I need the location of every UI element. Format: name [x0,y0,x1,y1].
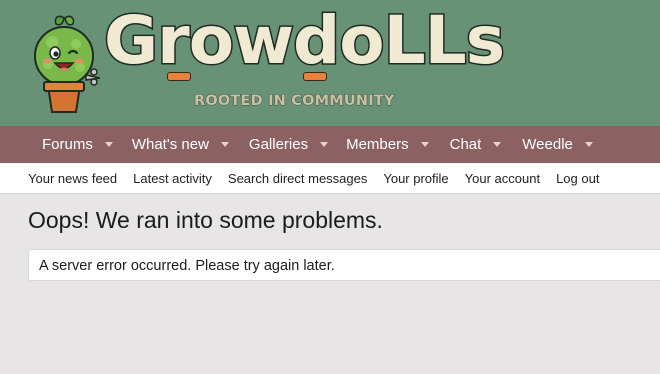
chevron-down-icon[interactable] [420,142,429,147]
page-title: Oops! We ran into some problems. [28,207,383,233]
nav-tab-label: Weedle [522,136,573,153]
subnav-link-latest-activity[interactable]: Latest activity [133,171,212,186]
site-tagline: ROOTED IN COMMUNITY [194,93,395,110]
site-header: GrowdoLLs ROOTED IN COMMUNITY [0,0,660,126]
nav-tab-galleries[interactable]: Galleries [249,126,340,163]
error-message-box: A server error occurred. Please try agai… [28,249,660,281]
chevron-down-icon[interactable] [104,142,113,147]
chevron-down-icon[interactable] [584,142,593,147]
chevron-down-icon[interactable] [493,142,502,147]
logo-accent-bar [167,72,191,81]
subnav-link-news-feed[interactable]: Your news feed [28,171,117,186]
nav-tab-label: What's new [131,136,209,153]
sub-nav: Your news feed Latest activity Search di… [0,163,660,194]
logo-accent-bar [303,72,327,81]
subnav-link-search-direct-messages[interactable]: Search direct messages [228,171,367,186]
chevron-down-icon[interactable] [320,142,329,147]
chevron-down-icon[interactable] [220,142,229,147]
nav-tab-label: Galleries [248,136,309,153]
error-message: A server error occurred. Please try agai… [39,258,335,274]
nav-tab-label: Forums [42,136,93,153]
subnav-link-your-account[interactable]: Your account [465,171,540,186]
nav-tab-members[interactable]: Members [346,126,441,163]
main-nav: Forums What's new Galleries Members Chat… [0,126,660,163]
subnav-link-your-profile[interactable]: Your profile [383,171,448,186]
nav-tab-whats-new[interactable]: What's new [132,126,241,163]
logo-link[interactable] [28,12,101,119]
logo-wordmark[interactable]: GrowdoLLs [102,1,506,81]
nav-tab-chat[interactable]: Chat [450,126,514,163]
nav-tab-label: Chat [449,136,482,153]
nav-tab-weedle[interactable]: Weedle [522,126,605,163]
subnav-link-log-out[interactable]: Log out [556,171,599,186]
potted-plant-mascot-icon [34,15,101,113]
nav-tab-label: Members [346,136,409,153]
nav-tab-forums[interactable]: Forums [42,126,125,163]
